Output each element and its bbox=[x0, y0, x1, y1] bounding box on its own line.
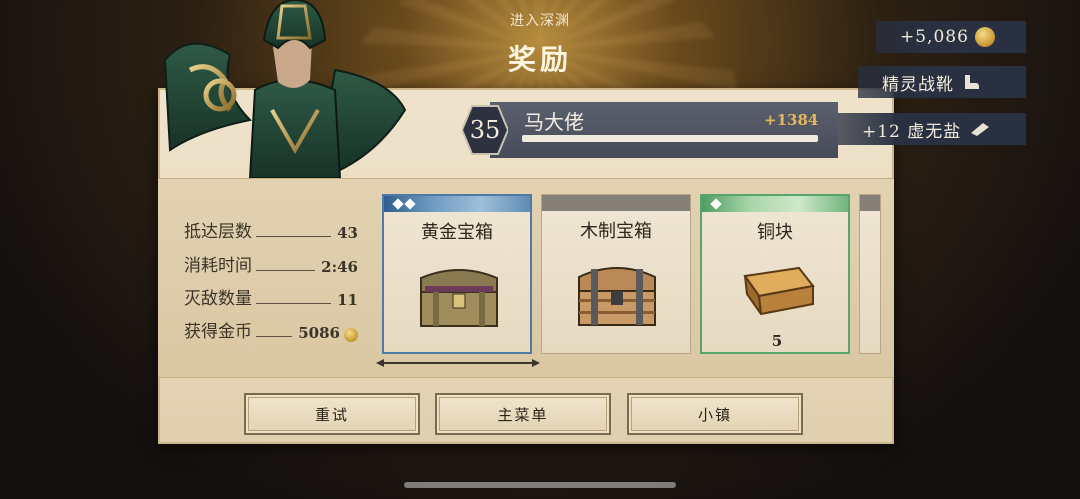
gold-reward: +5,086 bbox=[876, 21, 1026, 53]
salt-icon bbox=[971, 123, 990, 136]
hero-portrait bbox=[163, 0, 407, 178]
resource-reward: +12 虚无盐 bbox=[838, 113, 1026, 145]
card-title: 木制宝箱 bbox=[580, 221, 652, 242]
stat-gold: 获得金币 5086 bbox=[184, 318, 358, 342]
coin-icon bbox=[344, 328, 358, 342]
stat-value: 43 bbox=[337, 224, 358, 242]
retry-button[interactable]: 重试 bbox=[244, 393, 420, 435]
rarity-band bbox=[860, 195, 880, 211]
stat-leader-line bbox=[256, 270, 316, 271]
resource-reward-text: +12 虚无盐 bbox=[862, 121, 962, 142]
boots-icon bbox=[965, 75, 979, 89]
main-menu-button[interactable]: 主菜单 bbox=[435, 393, 611, 435]
rarity-diamond-icon bbox=[392, 198, 404, 210]
xp-gain: +1384 bbox=[764, 111, 819, 129]
rarity-band bbox=[384, 196, 530, 212]
reward-card-copper[interactable]: 铜块 5 bbox=[700, 194, 850, 354]
stat-value: 2:46 bbox=[321, 258, 358, 276]
item-reward-name: 精灵战靴 bbox=[882, 74, 954, 95]
gold-reward-amount: +5,086 bbox=[900, 27, 969, 47]
player-level: 35 bbox=[469, 116, 501, 144]
xp-progress-fill bbox=[522, 135, 818, 142]
card-title: 黄金宝箱 bbox=[421, 222, 493, 243]
item-reward: 精灵战靴 bbox=[858, 66, 1026, 98]
stat-value: 5086 bbox=[298, 324, 340, 342]
reward-card-wood-chest[interactable]: 木制宝箱 bbox=[541, 194, 691, 354]
chest-icon bbox=[542, 255, 692, 335]
coin-icon bbox=[974, 27, 995, 47]
rarity-diamond-icon bbox=[404, 198, 416, 210]
stat-time: 消耗时间 2:46 bbox=[184, 252, 358, 276]
home-indicator[interactable] bbox=[404, 482, 676, 488]
stat-leader-line bbox=[256, 303, 332, 304]
stat-label: 灭敌数量 bbox=[184, 289, 252, 309]
stat-label: 消耗时间 bbox=[184, 256, 252, 276]
player-name: 马大佬 bbox=[524, 110, 584, 134]
card-title: 铜块 bbox=[757, 222, 793, 243]
stat-label: 获得金币 bbox=[184, 322, 252, 342]
reward-card-gold-chest[interactable]: 黄金宝箱 bbox=[382, 194, 532, 354]
stat-floors: 抵达层数 43 bbox=[184, 218, 358, 242]
rarity-band bbox=[542, 195, 690, 211]
chest-icon bbox=[384, 256, 534, 336]
card-quantity: 5 bbox=[771, 332, 783, 350]
carousel-scroll-indicator[interactable] bbox=[376, 358, 540, 368]
reward-card-partial[interactable] bbox=[859, 194, 881, 354]
stat-leader-line bbox=[256, 236, 332, 237]
stat-kills: 灭敌数量 11 bbox=[184, 285, 358, 309]
rarity-diamond-icon bbox=[710, 198, 722, 210]
rarity-band bbox=[702, 196, 848, 212]
xp-progress-bar bbox=[522, 135, 818, 142]
copper-ingot-icon bbox=[702, 256, 852, 336]
stat-leader-line bbox=[256, 336, 293, 337]
stat-label: 抵达层数 bbox=[184, 222, 252, 242]
stat-value: 11 bbox=[337, 291, 358, 309]
town-button[interactable]: 小镇 bbox=[627, 393, 803, 435]
